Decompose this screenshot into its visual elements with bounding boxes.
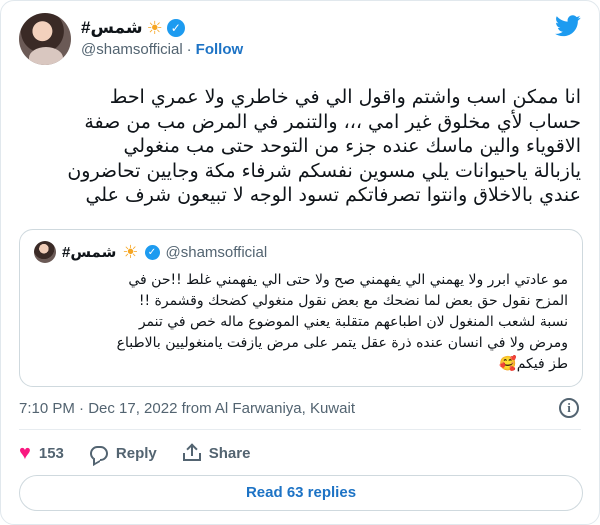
divider — [19, 429, 581, 430]
quoted-line: ومرض ولا في انسان عنده ذرة عقل يتمر على … — [116, 335, 568, 351]
reply-icon — [89, 445, 108, 461]
tweet-timestamp[interactable]: 7:10 PM · Dec 17, 2022 from Al Farwaniya… — [19, 400, 355, 417]
like-button[interactable]: ♥ 153 — [19, 443, 64, 463]
sun-emoji-icon: ☀ — [146, 17, 163, 38]
sun-emoji-icon: ☀ — [122, 241, 139, 262]
quoted-line: المزح نقول حق بعض لما نضحك مع بعض نقول م… — [138, 293, 568, 309]
twitter-bird-icon[interactable] — [555, 15, 581, 37]
author-name[interactable]: #شمس — [81, 18, 143, 38]
author-avatar[interactable] — [19, 13, 71, 65]
follow-button[interactable]: Follow — [196, 41, 244, 58]
share-icon — [182, 443, 201, 462]
separator-dot: · — [186, 41, 192, 58]
verified-badge-icon: ✓ — [166, 19, 185, 37]
verified-badge-icon: ✓ — [144, 244, 160, 260]
read-replies-button[interactable]: Read 63 replies — [19, 475, 583, 511]
reply-label: Reply — [115, 444, 157, 462]
quoted-line: نسبة لشعب المنغول لان اطباعهم متقلبة يعن… — [138, 314, 568, 330]
author-handle-row: @shamsofficial · Follow — [81, 41, 243, 58]
tweet-header: #شمس ☀ ✓ @shamsofficial · Follow — [19, 13, 581, 65]
quoted-avatar — [34, 241, 56, 263]
tweet-body: انا ممكن اسب واشتم واقول الي في خاطري ول… — [19, 85, 581, 208]
tweet-line: حساب لأي مخلوق غير امي ،،، والتنمر في ال… — [84, 110, 581, 133]
tweet-line: انا ممكن اسب واشتم واقول الي في خاطري ول… — [109, 86, 581, 108]
quoted-body: مو عادتي ابرر ولا يهمني الي يفهمني صح ول… — [34, 270, 568, 375]
tweet-line: الاقوياء والين ماسك عنده جزء من التوحد ح… — [123, 135, 581, 157]
quoted-author-name: #شمس — [62, 244, 117, 261]
tweet-card: #شمس ☀ ✓ @shamsofficial · Follow انا ممك… — [0, 0, 600, 525]
reply-button[interactable]: Reply — [89, 444, 157, 462]
info-icon[interactable]: i — [559, 398, 579, 418]
quoted-line: طز فيكم🥰 — [499, 356, 568, 372]
author-info: #شمس ☀ ✓ @shamsofficial · Follow — [81, 17, 243, 59]
action-bar: ♥ 153 Reply Share — [19, 441, 276, 465]
tweet-line: يازبالة ياحيوانات يلي مسوين نفسكم شرفاء … — [67, 159, 581, 182]
quoted-author-handle: @shamsofficial — [165, 243, 268, 261]
share-label: Share — [208, 444, 251, 462]
quoted-header: #شمس ☀ ✓ @shamsofficial — [34, 240, 267, 264]
tweet-line: عندي بالاخلاق وانتوا تصرفاتكم تسود الوجه… — [85, 184, 581, 206]
share-button[interactable]: Share — [182, 443, 251, 462]
quoted-line: مو عادتي ابرر ولا يهمني الي يفهمني صح ول… — [128, 272, 568, 288]
heart-icon: ♥ — [19, 442, 31, 464]
author-handle[interactable]: @shamsofficial — [81, 41, 183, 58]
like-count: 153 — [38, 444, 64, 462]
quoted-tweet[interactable]: #شمس ☀ ✓ @shamsofficial مو عادتي ابرر ول… — [19, 229, 583, 387]
author-name-row[interactable]: #شمس ☀ ✓ — [81, 17, 243, 39]
